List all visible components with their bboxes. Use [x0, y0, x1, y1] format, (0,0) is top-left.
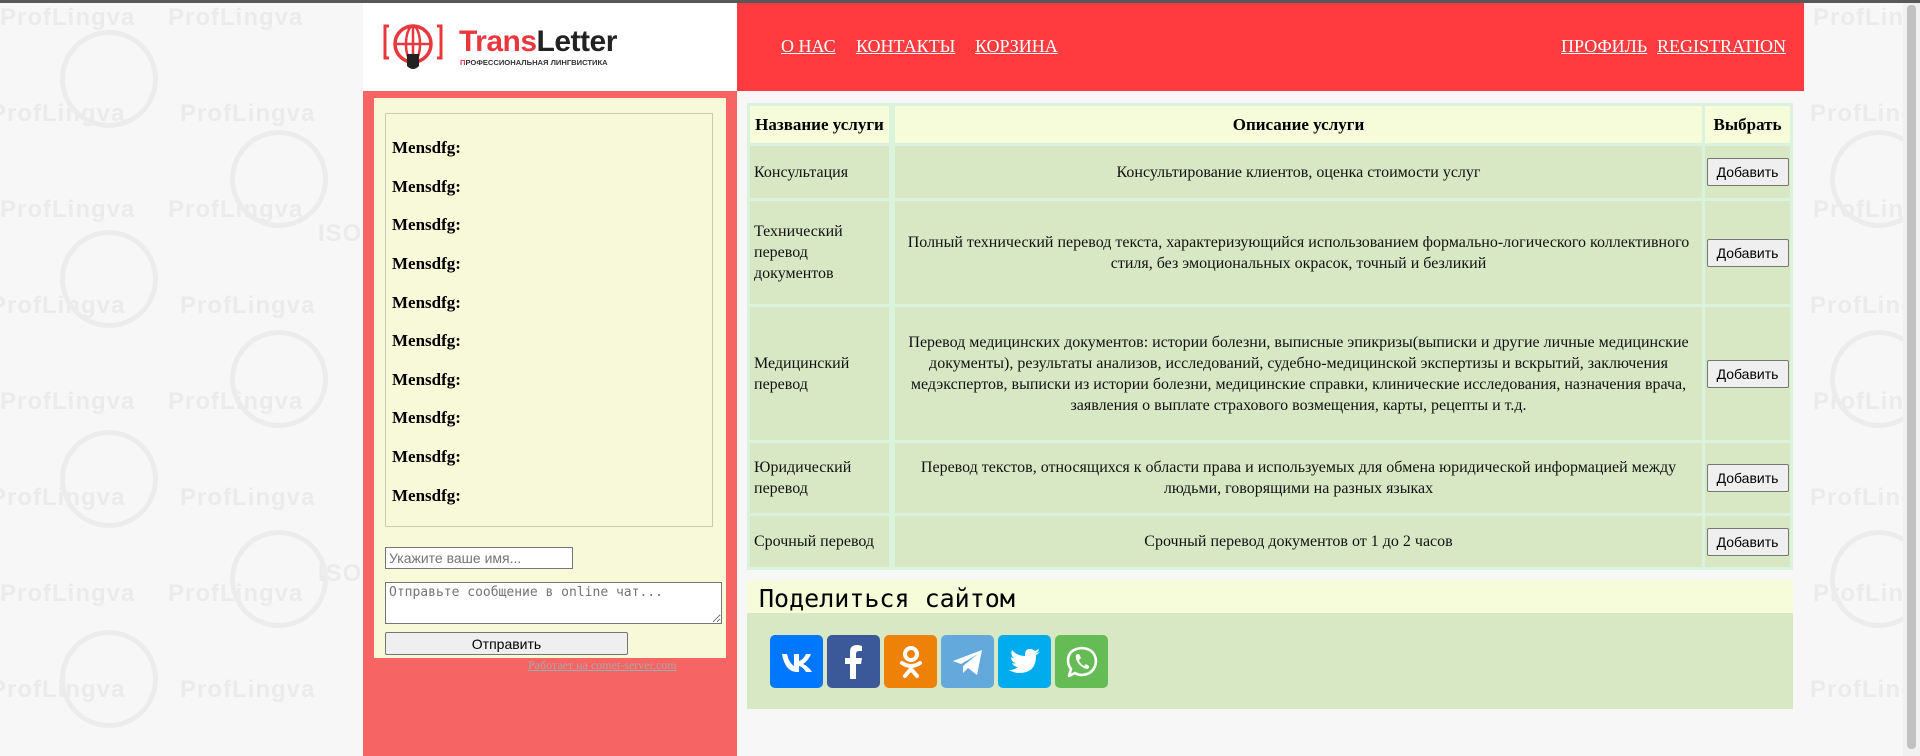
globe-watermark-icon	[60, 630, 158, 728]
service-action: Добавить	[1705, 516, 1790, 567]
nav-profile-link[interactable]: ПРОФИЛЬ	[1561, 36, 1647, 57]
vertical-scrollbar[interactable]	[1903, 3, 1920, 756]
watermark-text: ProfLingva	[168, 4, 304, 31]
twitter-share-button[interactable]	[998, 635, 1051, 688]
globe-logo-icon	[383, 24, 443, 69]
add-service-button[interactable]: Добавить	[1706, 527, 1789, 556]
odnoklassniki-share-button[interactable]	[884, 635, 937, 688]
share-buttons	[747, 613, 1793, 709]
nav-cart-link[interactable]: КОРЗИНА	[975, 36, 1058, 57]
chat-messages[interactable]: Mensdfg: Mensdfg: Mensdfg: Mensdfg: Mens…	[385, 113, 713, 527]
chat-message: Mensdfg:	[392, 408, 461, 427]
globe-watermark-icon	[60, 230, 158, 328]
globe-watermark-icon	[230, 330, 328, 428]
whatsapp-share-button[interactable]	[1055, 635, 1108, 688]
nav-contacts-link[interactable]: КОНТАКТЫ	[856, 36, 955, 57]
add-service-button[interactable]: Добавить	[1706, 359, 1789, 388]
service-name: Консультация	[750, 146, 889, 198]
service-description: Перевод медицинских документов: истории …	[895, 307, 1702, 440]
telegram-icon	[952, 649, 982, 675]
watermark-text: ProfLingva	[180, 484, 316, 511]
services-table: Название услуги Описание услуги Выбрать …	[747, 103, 1793, 570]
watermark-text: ProfLingva	[180, 100, 316, 127]
iso-watermark: ISO	[318, 220, 363, 247]
chat-name-input[interactable]	[385, 547, 573, 569]
telegram-share-button[interactable]	[941, 635, 994, 688]
facebook-icon	[844, 644, 862, 679]
watermark-text: ProfLingva	[0, 4, 136, 31]
online-chat: Mensdfg: Mensdfg: Mensdfg: Mensdfg: Mens…	[374, 98, 726, 672]
chat-message: Mensdfg:	[392, 254, 461, 273]
watermark-text: ProfLingva	[0, 388, 136, 415]
chat-message: Mensdfg:	[392, 486, 461, 505]
brand-name: TransLetter	[459, 25, 617, 58]
powered-by-link[interactable]: Работает на comet-server.com	[528, 658, 677, 673]
service-name: Срочный перевод	[750, 516, 889, 567]
chat-message: Mensdfg:	[392, 447, 461, 466]
twitter-icon	[1008, 648, 1040, 673]
chat-message: Mensdfg:	[392, 293, 461, 312]
vk-icon	[781, 653, 812, 672]
chat-message: Mensdfg:	[392, 331, 461, 350]
top-navbar: О НАС КОНТАКТЫ КОРЗИНА ПРОФИЛЬ REGISTRAT…	[737, 3, 1804, 91]
chat-message: Mensdfg:	[392, 138, 461, 157]
service-action: Добавить	[1705, 201, 1790, 304]
service-description: Перевод текстов, относящихся к области п…	[895, 443, 1702, 513]
add-service-button[interactable]: Добавить	[1706, 158, 1789, 186]
watermark-text: ProfLingva	[180, 676, 316, 703]
chat-message-input[interactable]	[385, 582, 722, 624]
service-action: Добавить	[1705, 146, 1790, 198]
globe-watermark-icon	[230, 530, 328, 628]
chat-message: Mensdfg:	[392, 215, 461, 234]
column-header-description: Описание услуги	[895, 106, 1702, 143]
brand-tagline: ПРОФЕССИОНАЛЬНАЯ ЛИНГВИСТИКА	[460, 58, 608, 67]
facebook-share-button[interactable]	[827, 635, 880, 688]
vk-share-button[interactable]	[770, 635, 823, 688]
service-name: Юридический перевод	[750, 443, 889, 513]
service-name: Медицинский перевод	[750, 307, 889, 440]
service-description: Полный технический перевод текста, харак…	[895, 201, 1702, 304]
service-action: Добавить	[1705, 443, 1790, 513]
chat-message: Mensdfg:	[392, 177, 461, 196]
column-header-name: Название услуги	[750, 106, 889, 143]
whatsapp-icon	[1066, 646, 1097, 677]
nav-registration-link[interactable]: REGISTRATION	[1657, 36, 1786, 57]
chat-message: Mensdfg:	[392, 370, 461, 389]
odnoklassniki-icon	[899, 645, 922, 678]
watermark-text: ProfLingva	[0, 580, 136, 607]
globe-watermark-icon	[230, 130, 328, 228]
sidebar: Mensdfg: Mensdfg: Mensdfg: Mensdfg: Mens…	[363, 91, 737, 756]
watermark-text: ProfLingva	[0, 196, 136, 223]
globe-watermark-icon	[60, 430, 158, 528]
nav-about-link[interactable]: О НАС	[781, 36, 836, 57]
watermark-text: ProfLingva	[180, 292, 316, 319]
add-service-button[interactable]: Добавить	[1706, 464, 1789, 492]
scrollbar-thumb[interactable]	[1907, 5, 1916, 749]
logo[interactable]: TransLetter ПРОФЕССИОНАЛЬНАЯ ЛИНГВИСТИКА	[363, 3, 737, 91]
service-name: Технический перевод документов	[750, 201, 889, 304]
globe-watermark-icon	[60, 30, 158, 128]
column-header-select: Выбрать	[1705, 106, 1790, 143]
add-service-button[interactable]: Добавить	[1706, 238, 1789, 267]
chat-send-button[interactable]: Отправить	[385, 632, 628, 655]
service-description: Срочный перевод документов от 1 до 2 час…	[895, 516, 1702, 567]
share-heading: Поделиться сайтом	[747, 580, 1793, 613]
service-action: Добавить	[1705, 307, 1790, 440]
service-description: Консультирование клиентов, оценка стоимо…	[895, 146, 1702, 198]
